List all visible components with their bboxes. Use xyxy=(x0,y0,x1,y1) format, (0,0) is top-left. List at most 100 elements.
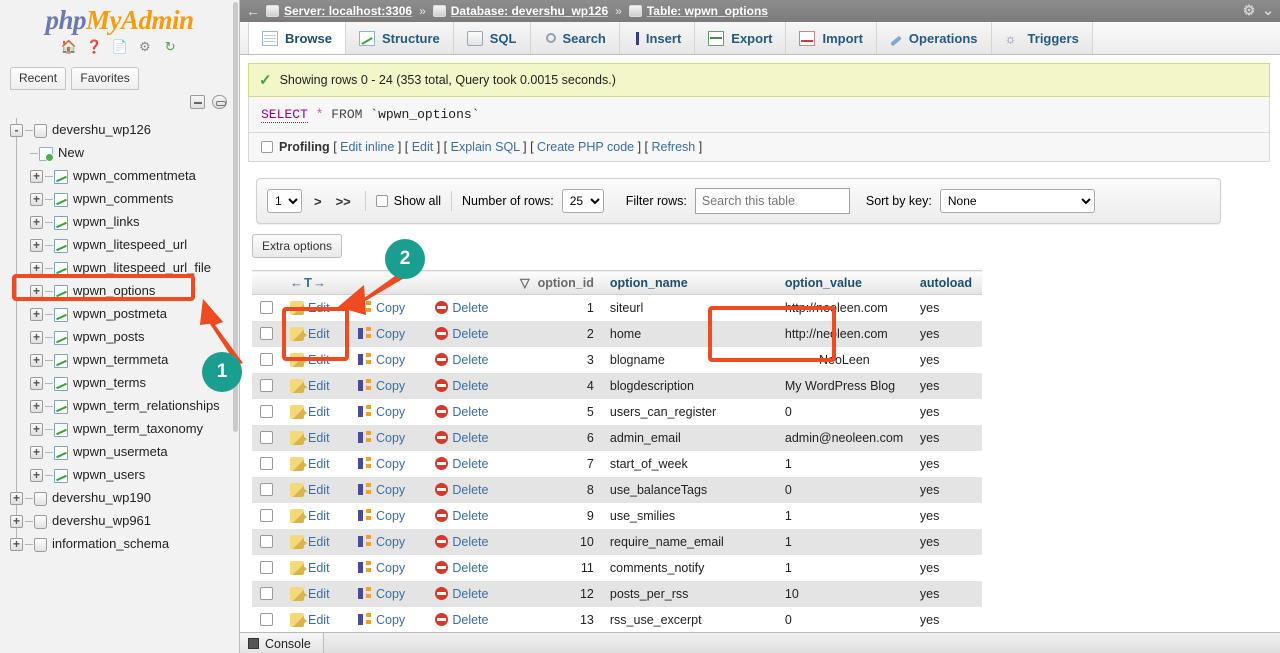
delete-cell[interactable]: Delete xyxy=(427,398,512,425)
delete-link[interactable]: Delete xyxy=(452,431,488,445)
expander-icon[interactable]: + xyxy=(30,469,43,483)
tree-item-wpwn_usermeta[interactable]: + wpwn_usermeta xyxy=(0,440,239,463)
link-create-php-code[interactable]: Create PHP code xyxy=(537,140,634,154)
delete-link[interactable]: Delete xyxy=(452,483,488,497)
copy-link[interactable]: Copy xyxy=(376,561,405,575)
copy-cell[interactable]: Copy xyxy=(350,502,428,529)
row-checkbox-cell[interactable] xyxy=(252,476,282,503)
expander-icon[interactable]: + xyxy=(30,423,43,437)
row-checkbox[interactable] xyxy=(260,430,273,444)
docs-icon[interactable]: 📄 xyxy=(112,39,128,55)
sort-by-key-select[interactable]: None xyxy=(939,189,1095,213)
delete-cell[interactable]: Delete xyxy=(427,320,512,347)
edit-link[interactable]: Edit xyxy=(308,587,330,601)
delete-cell[interactable]: Delete xyxy=(427,606,512,633)
tab-operations[interactable]: Operations xyxy=(875,22,992,54)
row-checkbox-cell[interactable] xyxy=(252,528,282,555)
delete-link[interactable]: Delete xyxy=(452,405,488,419)
copy-cell[interactable]: Copy xyxy=(350,320,428,347)
edit-cell[interactable]: Edit xyxy=(282,606,350,633)
edit-link[interactable]: Edit xyxy=(308,561,330,575)
copy-link[interactable]: Copy xyxy=(376,301,405,315)
expander-icon[interactable]: + xyxy=(30,308,43,322)
delete-link[interactable]: Delete xyxy=(452,561,488,575)
edit-link[interactable]: Edit xyxy=(308,379,330,393)
delete-cell[interactable]: Delete xyxy=(427,346,512,373)
show-all-checkbox[interactable] xyxy=(375,195,388,207)
delete-cell[interactable]: Delete xyxy=(427,294,512,321)
row-checkbox[interactable] xyxy=(260,482,273,496)
expander-icon[interactable]: + xyxy=(10,538,23,552)
sidebar-scrollbar[interactable] xyxy=(232,0,239,653)
delete-cell[interactable]: Delete xyxy=(427,580,512,607)
tree-item-wpwn_comments[interactable]: + wpwn_comments xyxy=(0,187,239,210)
link-refresh[interactable]: Refresh xyxy=(651,140,695,154)
row-checkbox-cell[interactable] xyxy=(252,294,282,321)
settings-icon[interactable]: ⚙ xyxy=(137,39,153,55)
expander-icon[interactable]: + xyxy=(30,216,43,230)
collapse-icon[interactable] xyxy=(189,94,205,109)
copy-link[interactable]: Copy xyxy=(376,535,405,549)
expander-icon[interactable]: + xyxy=(10,515,23,529)
edit-cell[interactable]: Edit xyxy=(282,528,350,555)
delete-cell[interactable]: Delete xyxy=(427,502,512,529)
expander-icon[interactable]: + xyxy=(30,170,43,184)
back-arrow-icon[interactable]: ← xyxy=(246,3,260,19)
edit-cell[interactable]: Edit xyxy=(282,398,350,425)
tab-recent[interactable]: Recent xyxy=(10,67,67,90)
row-checkbox-cell[interactable] xyxy=(252,320,282,347)
expander-icon[interactable]: - xyxy=(10,124,23,138)
tab-structure[interactable]: Structure xyxy=(344,22,454,54)
row-checkbox-cell[interactable] xyxy=(252,372,282,399)
row-checkbox[interactable] xyxy=(260,456,273,470)
edit-link[interactable]: Edit xyxy=(308,457,330,471)
edit-link[interactable]: Edit xyxy=(308,405,330,419)
copy-link[interactable]: Copy xyxy=(376,457,405,471)
edit-cell[interactable]: Edit xyxy=(282,424,350,451)
edit-cell[interactable]: Edit xyxy=(282,320,350,347)
tree-item-devershu_wp961[interactable]: + devershu_wp961 xyxy=(0,509,239,532)
link-edit-inline[interactable]: Edit inline xyxy=(340,140,394,154)
delete-link[interactable]: Delete xyxy=(452,327,488,341)
tree-item-wpwn_litespeed_url[interactable]: + wpwn_litespeed_url xyxy=(0,233,239,256)
row-checkbox[interactable] xyxy=(260,404,273,418)
tree-item-wpwn_links[interactable]: + wpwn_links xyxy=(0,210,239,233)
row-checkbox-cell[interactable] xyxy=(252,580,282,607)
tab-browse[interactable]: Browse xyxy=(248,22,346,54)
copy-cell[interactable]: Copy xyxy=(350,606,428,633)
delete-link[interactable]: Delete xyxy=(452,457,488,471)
home-icon[interactable]: 🏠 xyxy=(61,39,77,55)
tab-import[interactable]: Import xyxy=(785,22,877,54)
link-edit[interactable]: Edit xyxy=(412,140,434,154)
expander-icon[interactable]: + xyxy=(30,285,43,299)
next-page-button[interactable]: > xyxy=(314,194,322,209)
edit-link[interactable]: Edit xyxy=(308,301,330,315)
delete-link[interactable]: Delete xyxy=(452,509,488,523)
tree-item-wpwn_termmeta[interactable]: + wpwn_termmeta xyxy=(0,348,239,371)
tab-insert[interactable]: Insert xyxy=(618,22,696,54)
edit-link[interactable]: Edit xyxy=(308,613,330,627)
expander-icon[interactable]: + xyxy=(30,377,43,391)
console-button[interactable]: Console xyxy=(240,633,324,653)
copy-link[interactable]: Copy xyxy=(376,613,405,627)
tree-item-wpwn_postmeta[interactable]: + wpwn_postmeta xyxy=(0,302,239,325)
tree-item-wpwn_options[interactable]: + wpwn_options xyxy=(0,279,239,302)
copy-cell[interactable]: Copy xyxy=(350,528,428,555)
expander-icon[interactable]: + xyxy=(30,239,43,253)
edit-cell[interactable]: Edit xyxy=(282,372,350,399)
tree-item-wpwn_commentmeta[interactable]: + wpwn_commentmeta xyxy=(0,164,239,187)
sql-query-box[interactable]: SELECT * FROM `wpwn_options` xyxy=(248,97,1270,133)
console-bar[interactable]: Console xyxy=(240,632,1280,653)
tree-item-new[interactable]: New xyxy=(0,141,239,164)
edit-cell[interactable]: Edit xyxy=(282,580,350,607)
expander-icon[interactable]: + xyxy=(30,331,43,345)
row-checkbox[interactable] xyxy=(260,612,273,626)
breadcrumb-database[interactable]: Database: devershu_wp126 xyxy=(432,4,608,18)
delete-link[interactable]: Delete xyxy=(452,301,488,315)
help-icon[interactable]: ❓ xyxy=(86,39,102,55)
tree-item-wpwn_term_relationships[interactable]: + wpwn_term_relationships xyxy=(0,394,239,417)
row-checkbox-cell[interactable] xyxy=(252,398,282,425)
copy-cell[interactable]: Copy xyxy=(350,450,428,477)
copy-cell[interactable]: Copy xyxy=(350,580,428,607)
last-page-button[interactable]: >> xyxy=(336,194,351,209)
